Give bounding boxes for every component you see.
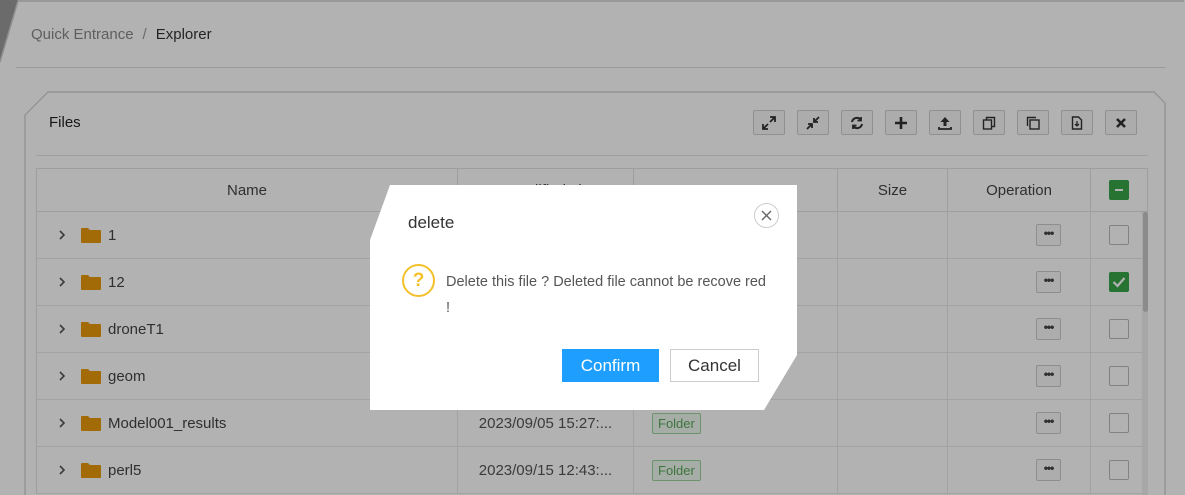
cancel-button[interactable]: Cancel [670,349,759,382]
dialog-title: delete [408,213,455,232]
question-icon: ? [402,264,435,297]
confirm-button[interactable]: Confirm [562,349,659,382]
close-icon [761,210,772,221]
delete-dialog: delete ? Delete this file ? Deleted file… [370,185,797,410]
dialog-close-button[interactable] [754,203,779,228]
dialog-message: Delete this file ? Deleted file cannot b… [446,274,766,316]
